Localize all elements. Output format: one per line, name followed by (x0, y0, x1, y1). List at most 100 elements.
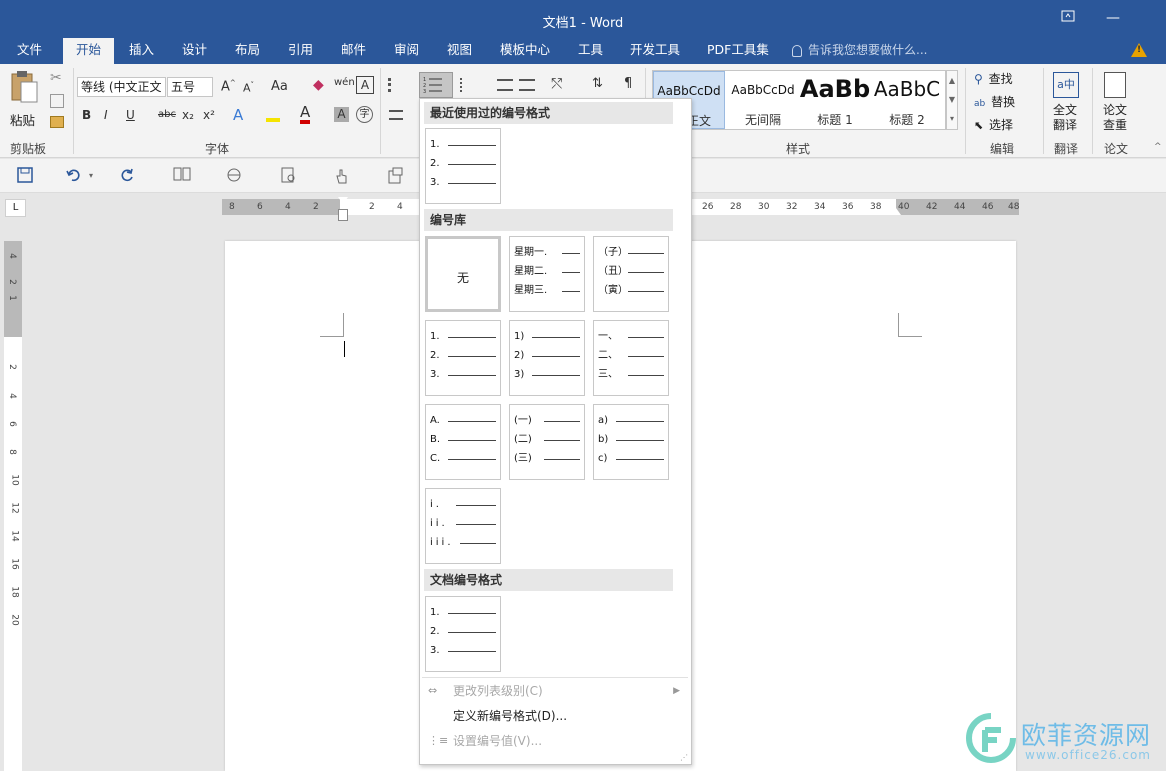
watermark-url: www.office26.com (1025, 748, 1151, 762)
grow-font-icon[interactable]: A^ (221, 79, 236, 94)
numbering-button[interactable]: 123 (419, 72, 453, 98)
numbering-chinese-paren-tile[interactable]: (一) (二) (三) (509, 404, 585, 480)
clear-formatting-icon[interactable]: ◆ (313, 77, 324, 93)
subscript-button[interactable]: x₂ (182, 108, 194, 122)
minimize-icon[interactable]: — (1102, 8, 1124, 28)
sort-icon[interactable]: ⇅ (592, 76, 603, 91)
numbering-arabic-paren-tile[interactable]: 1) 2) 3) (509, 320, 585, 396)
strikethrough-button[interactable]: abc (158, 109, 176, 120)
warning-icon[interactable]: ! (1131, 43, 1147, 57)
style-heading-2[interactable]: AaBbC 标题 2 (871, 71, 943, 129)
underline-button[interactable]: U (126, 108, 135, 122)
italic-button[interactable]: I (104, 108, 108, 122)
numbering-lower-alpha-tile[interactable]: a) b) c) (593, 404, 669, 480)
tab-references[interactable]: 引用 (280, 38, 321, 64)
tab-template-center[interactable]: 模板中心 (492, 38, 558, 64)
format-painter-icon[interactable] (50, 116, 64, 128)
resize-grip-icon[interactable]: ⋰ (680, 753, 688, 762)
right-indent-marker[interactable] (891, 208, 901, 215)
numbering-format-tile[interactable]: 1. 2. 3. (425, 128, 501, 204)
numbering-earthly-branch-tile[interactable]: （子） （丑） （寅） (593, 236, 669, 312)
numbering-roman-tile[interactable]: i. ii. iii. (425, 488, 501, 564)
character-border-icon[interactable]: A (356, 76, 374, 94)
replace-button[interactable]: ab 替换 (974, 93, 1015, 111)
tab-view[interactable]: 视图 (439, 38, 480, 64)
define-new-number-format-item[interactable]: 定义新编号格式(D)... (421, 704, 690, 728)
save-icon[interactable] (17, 167, 35, 185)
numbering-upper-alpha-tile[interactable]: A. B. C. (425, 404, 501, 480)
customize-qat-icon[interactable] (386, 167, 404, 185)
text-effects-icon[interactable]: A (233, 106, 243, 124)
phonetic-guide-button[interactable]: wén (334, 77, 355, 88)
ribbon-display-options-icon[interactable] (1057, 8, 1079, 28)
font-color-icon[interactable]: A (300, 105, 311, 124)
numbering-dropdown-menu: 最近使用过的编号格式 1. 2. 3. 编号库 无 星期一. 星期二. 星期三.… (419, 98, 692, 765)
number-label: 3. (430, 369, 440, 380)
tab-pdf-tools[interactable]: PDF工具集 (699, 38, 777, 64)
print-preview-icon[interactable] (280, 167, 298, 185)
vertical-ruler[interactable]: 4 2 1 2 4 6 8 10 12 14 16 18 20 (4, 241, 22, 771)
numbering-weekday-tile[interactable]: 星期一. 星期二. 星期三. (509, 236, 585, 312)
collapse-ribbon-icon[interactable]: ^ (1154, 142, 1162, 152)
tab-tools[interactable]: 工具 (570, 38, 611, 64)
redo-icon[interactable] (119, 167, 137, 185)
undo-icon[interactable] (66, 167, 84, 185)
tab-mailings[interactable]: 邮件 (333, 38, 374, 64)
change-list-level-item[interactable]: ⇔ 更改列表级别(C) ▶ (421, 679, 690, 703)
select-button[interactable]: ⬉ 选择 (974, 116, 1013, 134)
full-text-translate-button[interactable]: a中 全文翻译 (1050, 70, 1084, 134)
touch-mode-icon[interactable] (333, 167, 351, 185)
numbering-chinese-tile[interactable]: 一、 二、 三、 (593, 320, 669, 396)
font-name-select[interactable]: 等线 (中文正文 (77, 77, 166, 97)
paste-button[interactable]: 粘贴 (6, 70, 42, 134)
shrink-font-icon[interactable]: A˅ (243, 81, 254, 95)
copy-icon[interactable] (50, 94, 64, 108)
undo-dropdown-icon[interactable]: ▾ (89, 171, 107, 189)
decrease-indent-icon[interactable] (497, 79, 513, 91)
document-numbering-tile[interactable]: 1. 2. 3. (425, 596, 501, 672)
increase-indent-icon[interactable] (519, 79, 535, 91)
style-name: 无间隔 (744, 113, 781, 127)
tab-layout[interactable]: 布局 (227, 38, 268, 64)
tab-review[interactable]: 审阅 (386, 38, 427, 64)
align-left-icon[interactable] (389, 110, 403, 120)
tab-insert[interactable]: 插入 (121, 38, 162, 64)
change-case-button[interactable]: Aa (271, 79, 288, 94)
bold-button[interactable]: B (82, 108, 91, 122)
show-marks-icon[interactable]: ¶ (624, 76, 632, 91)
ruler-number: 8 (229, 202, 235, 212)
tab-stop-selector[interactable]: L (5, 199, 26, 217)
numbering-arabic-dot-tile[interactable]: 1. 2. 3. (425, 320, 501, 396)
multilevel-list-icon[interactable] (460, 78, 482, 92)
tab-home[interactable]: 开始 (63, 38, 114, 64)
tell-me-search[interactable]: 告诉我您想要做什么... (792, 38, 927, 64)
style-no-spacing[interactable]: AaBbCcDd 无间隔 (727, 71, 799, 129)
left-indent-marker[interactable] (338, 209, 348, 221)
paper-check-button[interactable]: 论文查重 (1100, 70, 1134, 134)
set-numbering-value-item[interactable]: ⋮≡ 设置编号值(V)... (421, 729, 690, 753)
first-line-indent-marker[interactable] (338, 197, 348, 204)
define-new-number-format-label: 定义新编号格式(D)... (453, 709, 568, 723)
web-layout-icon[interactable] (226, 167, 244, 185)
watermark-logo-icon (966, 713, 1016, 763)
find-button[interactable]: ⚲ 查找 (974, 70, 1013, 88)
editing-group-label: 编辑 (990, 142, 1015, 156)
style-heading-1[interactable]: AaBb 标题 1 (799, 71, 871, 129)
watermark-brand: 欧菲资源网 (1021, 721, 1152, 750)
ruler-number: 18 (9, 586, 20, 598)
two-pages-icon[interactable] (173, 167, 191, 185)
character-shading-icon[interactable]: A (334, 107, 349, 122)
tab-file[interactable]: 文件 (9, 38, 50, 64)
tab-design[interactable]: 设计 (174, 38, 215, 64)
enclose-characters-icon[interactable]: 字 (356, 106, 373, 123)
bullets-icon[interactable] (388, 78, 402, 92)
paper-check-icon (1104, 72, 1126, 98)
cut-icon[interactable]: ✂ (50, 70, 66, 86)
highlight-icon[interactable] (266, 108, 280, 122)
tab-developer[interactable]: 开发工具 (622, 38, 688, 64)
chinese-layout-icon[interactable]: ⤲ (551, 76, 562, 92)
font-size-select[interactable]: 五号 (167, 77, 213, 97)
styles-scroll[interactable]: ▲ ▼ ▾ (946, 70, 958, 130)
superscript-button[interactable]: x² (203, 108, 215, 122)
numbering-none-tile[interactable]: 无 (425, 236, 501, 312)
